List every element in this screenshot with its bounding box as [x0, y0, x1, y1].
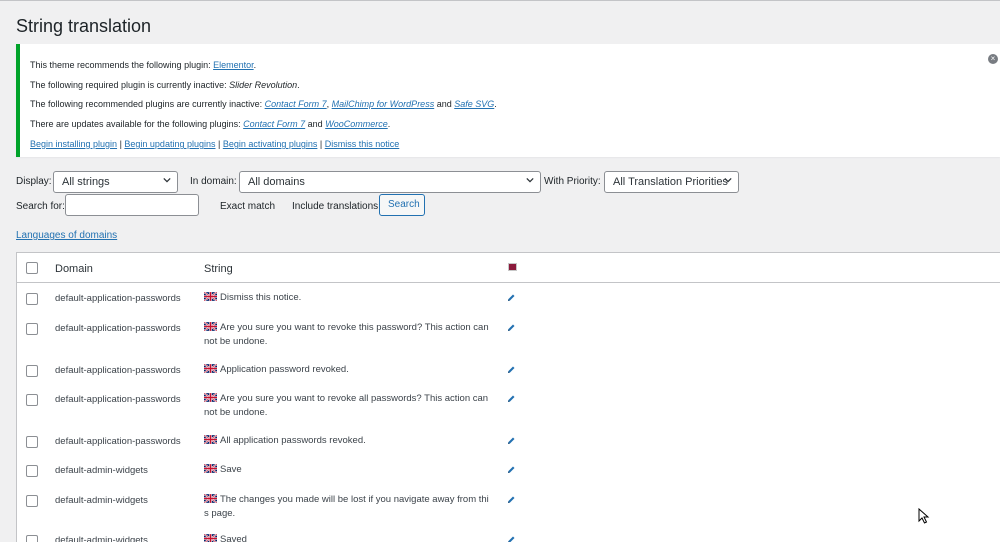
search-label: Search for: — [16, 201, 65, 212]
chevron-down-icon — [724, 177, 732, 183]
domain-select[interactable]: All domains — [239, 171, 541, 193]
domain-cell: default-admin-widgets — [55, 465, 148, 476]
chevron-down-icon — [526, 177, 534, 183]
safe-svg-link[interactable]: Safe SVG — [454, 99, 494, 109]
contact-form-7-update-link[interactable]: Contact Form 7 — [243, 119, 305, 129]
row-checkbox[interactable] — [26, 323, 38, 335]
domain-cell: default-admin-widgets — [55, 535, 148, 542]
domain-label: In domain: — [190, 176, 237, 187]
include-translations-label[interactable]: Include translations — [292, 201, 378, 212]
notice-line-updates: There are updates available for the foll… — [30, 119, 391, 129]
row-checkbox[interactable] — [26, 436, 38, 448]
exact-match-label[interactable]: Exact match — [220, 201, 275, 212]
strings-table: Domain String default-application-passwo… — [16, 252, 1000, 542]
begin-installing-link[interactable]: Begin installing plugin — [30, 139, 117, 149]
uk-flag-icon — [204, 393, 217, 402]
language-flag-icon — [508, 263, 517, 271]
uk-flag-icon — [204, 364, 217, 373]
search-input[interactable] — [65, 194, 199, 216]
string-cell: Saved — [204, 533, 489, 542]
string-cell: The changes you made will be lost if you… — [204, 494, 489, 519]
top-divider — [0, 0, 1000, 1]
domain-cell: default-application-passwords — [55, 323, 181, 334]
mouse-cursor-icon — [918, 508, 930, 524]
tgmpa-notice: This theme recommends the following plug… — [16, 44, 1000, 157]
select-all-checkbox[interactable] — [26, 262, 38, 274]
domain-cell: default-application-passwords — [55, 436, 181, 447]
string-cell: Are you sure you want to revoke all pass… — [204, 393, 489, 418]
column-string-header[interactable]: String — [204, 263, 233, 275]
uk-flag-icon — [204, 534, 217, 542]
row-checkbox[interactable] — [26, 293, 38, 305]
string-cell: Application password revoked. — [204, 363, 489, 377]
edit-pencil-icon[interactable] — [506, 436, 516, 446]
dismiss-notice-link[interactable]: Dismiss this notice — [325, 139, 400, 149]
search-button[interactable]: Search — [379, 194, 425, 216]
edit-pencil-icon[interactable] — [506, 394, 516, 404]
uk-flag-icon — [204, 494, 217, 503]
notice-line-inactive: The following recommended plugins are cu… — [30, 99, 497, 109]
column-domain-header[interactable]: Domain — [55, 263, 93, 275]
languages-of-domains-link[interactable]: Languages of domains — [16, 230, 117, 241]
notice-actions: Begin installing plugin | Begin updating… — [30, 139, 400, 149]
edit-pencil-icon[interactable] — [506, 465, 516, 475]
string-cell: Are you sure you want to revoke this pas… — [204, 322, 489, 347]
begin-updating-link[interactable]: Begin updating plugins — [124, 139, 215, 149]
begin-activating-link[interactable]: Begin activating plugins — [223, 139, 318, 149]
row-checkbox[interactable] — [26, 394, 38, 406]
domain-cell: default-admin-widgets — [55, 495, 148, 506]
row-checkbox[interactable] — [26, 465, 38, 477]
slider-revolution-text: Slider Revolution — [229, 80, 298, 90]
display-label: Display: — [16, 176, 52, 187]
row-checkbox[interactable] — [26, 495, 38, 507]
string-cell: All application passwords revoked. — [204, 434, 489, 448]
contact-form-7-link[interactable]: Contact Form 7 — [265, 99, 327, 109]
edit-pencil-icon[interactable] — [506, 535, 516, 542]
string-cell: Dismiss this notice. — [204, 291, 489, 305]
uk-flag-icon — [204, 435, 217, 444]
uk-flag-icon — [204, 464, 217, 473]
string-cell: Save — [204, 463, 489, 477]
row-checkbox[interactable] — [26, 535, 38, 542]
edit-pencil-icon[interactable] — [506, 323, 516, 333]
row-checkbox[interactable] — [26, 365, 38, 377]
display-select[interactable]: All strings — [53, 171, 178, 193]
edit-pencil-icon[interactable] — [506, 495, 516, 505]
page-title: String translation — [16, 16, 152, 36]
notice-line-recommends: This theme recommends the following plug… — [30, 60, 257, 70]
mailchimp-link[interactable]: MailChimp for WordPress — [332, 99, 435, 109]
woocommerce-link[interactable]: WooCommerce — [325, 119, 388, 129]
elementor-link[interactable]: Elementor — [213, 60, 254, 70]
domain-cell: default-application-passwords — [55, 293, 181, 304]
uk-flag-icon — [204, 292, 217, 301]
notice-line-required: The following required plugin is current… — [30, 80, 300, 90]
chevron-down-icon — [163, 177, 171, 183]
uk-flag-icon — [204, 322, 217, 331]
domain-cell: default-application-passwords — [55, 394, 181, 405]
close-icon[interactable]: × — [988, 54, 998, 64]
edit-pencil-icon[interactable] — [506, 293, 516, 303]
domain-cell: default-application-passwords — [55, 365, 181, 376]
table-header: Domain String — [17, 253, 1000, 283]
priority-label: With Priority: — [544, 176, 601, 187]
priority-select[interactable]: All Translation Priorities — [604, 171, 739, 193]
edit-pencil-icon[interactable] — [506, 365, 516, 375]
